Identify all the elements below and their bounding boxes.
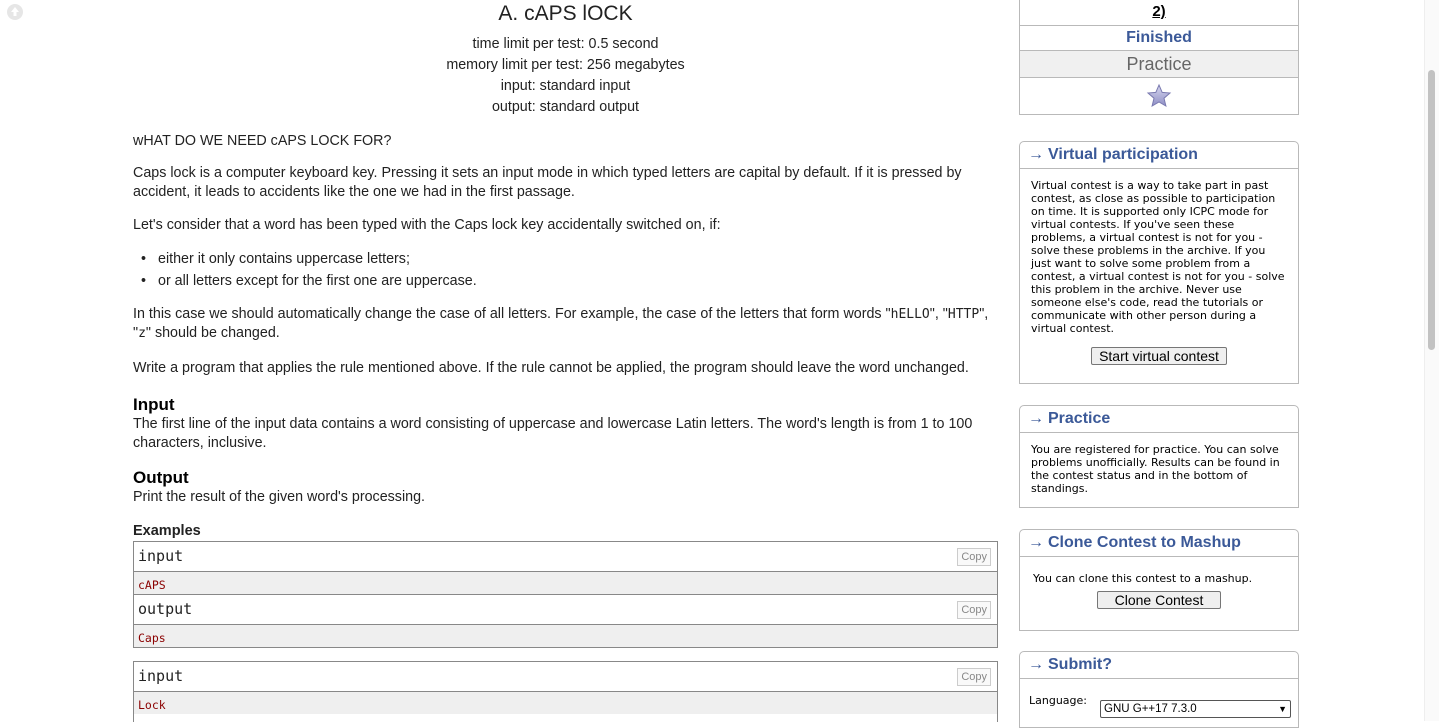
- contest-name-link[interactable]: 2): [1020, 0, 1298, 26]
- practice-box: → Practice You are registered for practic…: [1019, 405, 1299, 508]
- sample-test: input Copy cAPS output Copy Caps: [133, 541, 998, 648]
- example-word: HTTP: [947, 307, 980, 322]
- legend-paragraph: wHAT DO WE NEED cAPS LOCK FOR?: [133, 133, 392, 149]
- box-title: → Submit?: [1020, 652, 1298, 679]
- contest-info-box: 2) Finished Practice: [1019, 0, 1299, 115]
- copy-button[interactable]: Copy: [957, 668, 991, 686]
- problem-limits: time limit per test: 0.5 second memory l…: [133, 34, 998, 118]
- box-text: Virtual contest is a way to take part in…: [1031, 179, 1285, 335]
- legend-paragraph: Write a program that applies the rule me…: [133, 360, 969, 376]
- star-icon[interactable]: [1146, 83, 1172, 109]
- language-label: Language:: [1029, 694, 1087, 707]
- example-word: z: [138, 326, 146, 341]
- copy-button[interactable]: Copy: [957, 601, 991, 619]
- page-scrollbar[interactable]: [1424, 0, 1439, 721]
- contest-mode: Practice: [1020, 51, 1298, 78]
- box-title: → Practice: [1020, 406, 1298, 433]
- input-specification: Input The first line of the input data c…: [133, 394, 998, 453]
- arrow-icon: →: [1028, 410, 1044, 427]
- scrollbar-thumb[interactable]: [1428, 70, 1435, 350]
- scroll-up-icon[interactable]: [6, 3, 24, 21]
- sample-output-value: Caps: [134, 625, 997, 647]
- sample-output-label: output: [138, 600, 193, 618]
- section-title: Output: [133, 468, 189, 487]
- input-file: input: standard input: [500, 78, 631, 94]
- sample-output-header: output Copy: [134, 595, 997, 625]
- box-text: You are registered for practice. You can…: [1031, 443, 1280, 495]
- memory-limit: memory limit per test: 256 megabytes: [446, 57, 685, 73]
- clone-contest-button[interactable]: Clone Contest: [1097, 591, 1221, 609]
- sample-input-label: input: [138, 547, 184, 565]
- sample-input-value: cAPS: [134, 572, 997, 595]
- language-select[interactable]: GNU G++17 7.3.0 ▼: [1100, 700, 1291, 718]
- legend-paragraph: Caps lock is a computer keyboard key. Pr…: [133, 165, 962, 200]
- output-file: output: standard output: [491, 99, 640, 115]
- section-text: The first line of the input data contain…: [133, 416, 973, 451]
- submit-box: → Submit? Language: GNU G++17 7.3.0 ▼: [1019, 651, 1299, 728]
- sample-input-header: input Copy: [134, 662, 997, 692]
- arrow-icon: →: [1028, 534, 1044, 551]
- virtual-participation-box: → Virtual participation Virtual contest i…: [1019, 141, 1299, 384]
- arrow-icon: →: [1028, 146, 1044, 163]
- section-text: Print the result of the given word's pro…: [133, 489, 425, 505]
- box-text: You can clone this contest to a mashup.: [1033, 572, 1253, 585]
- favourite-star[interactable]: [1020, 78, 1298, 114]
- sample-test: input Copy Lock: [133, 661, 998, 722]
- problem-statement: A. cAPS lOCK time limit per test: 0.5 se…: [133, 0, 998, 722]
- box-title: → Clone Contest to Mashup: [1020, 530, 1298, 557]
- box-title: → Virtual participation: [1020, 142, 1298, 169]
- sample-input-label: input: [138, 667, 184, 685]
- clone-contest-box: → Clone Contest to Mashup You can clone t…: [1019, 529, 1299, 631]
- condition-list: either it only contains uppercase letter…: [141, 250, 477, 294]
- output-specification: Output Print the result of the given wor…: [133, 467, 998, 507]
- examples-title: Examples: [133, 523, 201, 539]
- example-word: hELLO: [890, 307, 930, 322]
- copy-button[interactable]: Copy: [957, 548, 991, 566]
- legend-paragraph: Let's consider that a word has been type…: [133, 217, 721, 233]
- start-virtual-contest-button[interactable]: Start virtual contest: [1091, 347, 1227, 365]
- sample-input-header: input Copy: [134, 542, 997, 572]
- legend-paragraph: In this case we should automatically cha…: [133, 306, 989, 341]
- section-title: Input: [133, 395, 175, 414]
- time-limit: time limit per test: 0.5 second: [472, 36, 659, 52]
- contest-phase: Finished: [1020, 26, 1298, 51]
- list-item: either it only contains uppercase letter…: [141, 250, 477, 269]
- list-item: or all letters except for the first one …: [141, 272, 477, 291]
- arrow-icon: →: [1028, 656, 1044, 673]
- sample-input-value: Lock: [134, 692, 997, 714]
- problem-title: A. cAPS lOCK: [498, 2, 633, 25]
- chevron-down-icon: ▼: [1278, 704, 1287, 714]
